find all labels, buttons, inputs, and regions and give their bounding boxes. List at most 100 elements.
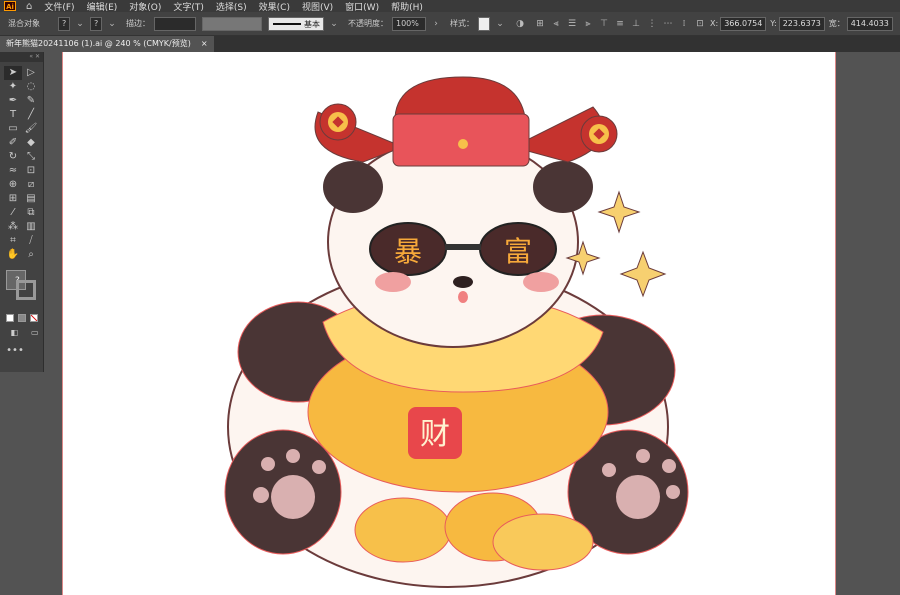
collapse-panel-icon[interactable]: « ✕ — [0, 52, 43, 62]
pen-tool-icon[interactable]: ✒ — [4, 94, 22, 108]
none-icon[interactable] — [30, 314, 38, 322]
color-icon[interactable] — [6, 314, 14, 322]
type-tool-icon[interactable]: T — [4, 108, 22, 122]
left-toe — [253, 487, 269, 503]
shape-builder-tool-icon[interactable]: ⊕ — [4, 178, 22, 192]
align-center-icon[interactable]: ☰ — [566, 18, 578, 30]
home-icon[interactable]: ⌂ — [26, 1, 32, 12]
free-transform-tool-icon[interactable]: ⊡ — [22, 164, 40, 178]
menu-edit[interactable]: 编辑(E) — [87, 0, 118, 13]
chevron-right-icon[interactable]: › — [430, 18, 442, 30]
y-label: Y: — [770, 19, 777, 28]
stroke-style-label: 基本 — [304, 19, 320, 29]
menu-help[interactable]: 帮助(H) — [391, 0, 423, 13]
x-label: X: — [710, 19, 719, 28]
more-tools-icon[interactable]: ••• — [6, 344, 24, 358]
right-toe — [636, 449, 650, 463]
selection-tool-icon[interactable]: ➤ — [4, 66, 22, 80]
distribute-v-icon[interactable]: ⁞ — [678, 18, 690, 30]
shaper-tool-icon[interactable]: ✐ — [4, 136, 22, 150]
blend-tool-icon[interactable]: ⧉ — [22, 206, 40, 220]
slice-tool-icon[interactable]: ⧸ — [22, 234, 40, 248]
menu-type[interactable]: 文字(T) — [173, 0, 204, 13]
symbol-sprayer-tool-icon[interactable]: ⁂ — [4, 220, 22, 234]
menu-select[interactable]: 选择(S) — [216, 0, 247, 13]
sparkle-icon — [597, 190, 641, 234]
line-tool-icon[interactable]: ╱ — [22, 108, 40, 122]
cai-character: 财 — [420, 417, 450, 452]
align-bottom-icon[interactable]: ⊥ — [630, 18, 642, 30]
scale-tool-icon[interactable]: ⤡ — [22, 150, 40, 164]
menu-file[interactable]: 文件(F) — [44, 0, 74, 13]
chevron-down-icon[interactable]: ⌄ — [74, 18, 86, 30]
eraser-tool-icon[interactable]: ◆ — [22, 136, 40, 150]
rectangle-tool-icon[interactable]: ▭ — [4, 122, 22, 136]
document-tab[interactable]: 新年熊猫20241106 (1).ai @ 240 % (CMYK/预览) × — [0, 36, 214, 52]
direct-selection-tool-icon[interactable]: ▷ — [22, 66, 40, 80]
panda-nose — [453, 276, 473, 288]
menu-effect[interactable]: 效果(C) — [259, 0, 290, 13]
menu-view[interactable]: 视图(V) — [302, 0, 333, 13]
variable-width-profile[interactable] — [202, 16, 262, 31]
x-input[interactable]: 366.0754 — [720, 16, 767, 31]
align-top-icon[interactable]: ⊤ — [598, 18, 610, 30]
stroke-weight-input[interactable] — [154, 16, 196, 31]
brush-definition[interactable]: 基本 — [268, 16, 324, 31]
left-toe — [286, 449, 300, 463]
close-icon[interactable]: × — [201, 36, 208, 52]
right-paw-pad — [616, 475, 660, 519]
mesh-tool-icon[interactable]: ⊞ — [4, 192, 22, 206]
stroke-swatch[interactable]: ? — [90, 16, 102, 31]
style-label: 样式： — [450, 19, 474, 28]
fill-swatch[interactable]: ? — [58, 16, 70, 31]
curvature-tool-icon[interactable]: ✎ — [22, 94, 40, 108]
chevron-down-icon[interactable]: ⌄ — [494, 18, 506, 30]
align-middle-icon[interactable]: ≡ — [614, 18, 626, 30]
lasso-tool-icon[interactable]: ◌ — [22, 80, 40, 94]
left-ear — [323, 161, 383, 213]
align-right-icon[interactable]: ⫸ — [582, 18, 594, 30]
distribute-icon[interactable]: ⋮ — [646, 18, 658, 30]
recolor-icon[interactable]: ◑ — [514, 18, 526, 30]
align-icon[interactable]: ⊞ — [534, 18, 546, 30]
gradient-icon[interactable] — [18, 314, 26, 322]
hand-tool-icon[interactable]: ✋ — [4, 248, 22, 262]
stroke-swatch-large[interactable] — [16, 280, 36, 300]
document-tab-title: 新年熊猫20241106 (1).ai @ 240 % (CMYK/预览) — [6, 39, 191, 48]
bao-character: 暴 — [394, 235, 422, 268]
w-input[interactable]: 414.4033 — [846, 16, 893, 31]
artboard[interactable]: 财 暴 富 — [62, 52, 836, 595]
graphic-style-swatch[interactable] — [478, 16, 490, 31]
canvas-workspace[interactable]: 财 暴 富 — [44, 52, 900, 595]
fill-stroke-control[interactable]: ? — [4, 268, 39, 308]
fu-character: 富 — [504, 235, 532, 268]
chevron-down-icon[interactable]: ⌄ — [106, 18, 118, 30]
paintbrush-tool-icon[interactable]: 🖌 — [22, 122, 40, 136]
menu-object[interactable]: 对象(O) — [129, 0, 161, 13]
w-label: 宽： — [828, 19, 845, 28]
artboard-tool-icon[interactable]: ⌗ — [4, 234, 22, 248]
graph-tool-icon[interactable]: ▥ — [22, 220, 40, 234]
rotate-tool-icon[interactable]: ↻ — [4, 150, 22, 164]
gradient-tool-icon[interactable]: ▤ — [22, 192, 40, 206]
hat-crown — [394, 76, 526, 118]
screen-mode-icon[interactable]: ▭ — [27, 326, 44, 340]
panda-artwork[interactable]: 财 暴 富 — [63, 52, 837, 595]
selection-type-label: 混合对象 — [8, 19, 40, 28]
transform-icon[interactable]: ⊡ — [694, 18, 706, 30]
y-input[interactable]: 223.6373 — [778, 16, 825, 31]
align-left-icon[interactable]: ⫷ — [550, 18, 562, 30]
draw-normal-icon[interactable]: ◧ — [6, 326, 23, 340]
right-cheek — [523, 272, 559, 292]
zoom-tool-icon[interactable]: ⌕ — [22, 248, 40, 262]
color-mode-row — [0, 314, 43, 322]
distribute-h-icon[interactable]: ⋯ — [662, 18, 674, 30]
eyedropper-tool-icon[interactable]: ⁄ — [4, 206, 22, 220]
perspective-grid-tool-icon[interactable]: ⧄ — [22, 178, 40, 192]
magic-wand-tool-icon[interactable]: ✦ — [4, 80, 22, 94]
opacity-input[interactable]: 100% — [392, 16, 426, 31]
right-toe — [662, 459, 676, 473]
menu-window[interactable]: 窗口(W) — [345, 0, 379, 13]
warp-tool-icon[interactable]: ≈ — [4, 164, 22, 178]
chevron-down-icon[interactable]: ⌄ — [328, 18, 340, 30]
